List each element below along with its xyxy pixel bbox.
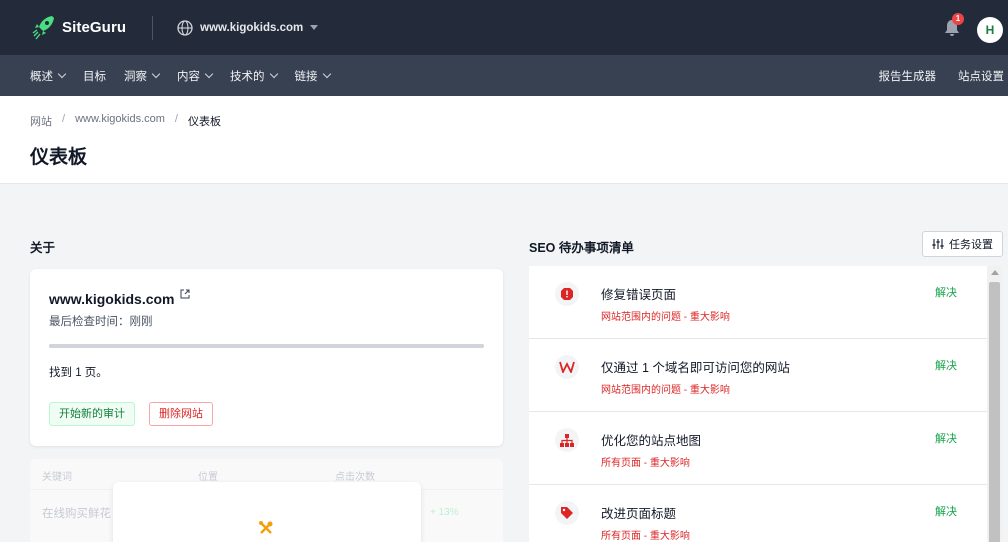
- nav-item-site-settings[interactable]: 站点设置: [958, 68, 1004, 84]
- resolve-link[interactable]: 解决: [935, 284, 957, 300]
- logo[interactable]: SiteGuru: [32, 15, 126, 41]
- external-link-icon[interactable]: [180, 289, 190, 299]
- globe-icon: [177, 19, 193, 36]
- chevron-down-icon: [269, 69, 278, 79]
- breadcrumb-site[interactable]: www.kigokids.com: [75, 113, 165, 129]
- chevron-down-icon: [204, 69, 214, 79]
- seo-todo-item[interactable]: 修复错误页面 网站范围内的问题 - 重大影响 解决: [529, 266, 987, 339]
- w-domain-icon: [555, 355, 579, 379]
- top-header: SiteGuru www.kigokids.com 1 H: [0, 0, 1008, 55]
- start-audit-button[interactable]: 开始新的审计: [49, 402, 135, 426]
- delete-site-button[interactable]: 删除网站: [149, 402, 213, 426]
- breadcrumb-separator: /: [174, 113, 178, 125]
- nav-item-content[interactable]: 内容: [177, 68, 214, 84]
- found-pages-text: 找到 1 页。: [49, 367, 108, 379]
- seo-todo-title: 优化您的站点地图: [601, 434, 702, 448]
- chevron-down-icon: [322, 69, 331, 79]
- notifications-button[interactable]: 1: [942, 13, 964, 38]
- logo-text: SiteGuru: [62, 19, 127, 36]
- nav-item-insights[interactable]: 洞察: [124, 68, 161, 84]
- caret-down-icon: [310, 25, 319, 30]
- chevron-down-icon: [151, 69, 161, 79]
- scrollbar-thumb[interactable]: [989, 282, 1000, 542]
- nav-item-label: 链接: [294, 70, 318, 83]
- seo-todo-impact: 网站范围内的问题 - 重大影响: [601, 312, 730, 323]
- seo-todo-heading: SEO 待办事项清单: [529, 241, 634, 255]
- page-header: 网站 / www.kigokids.com / 仪表板 仪表板: [0, 96, 1008, 184]
- site-selector-label: www.kigokids.com: [200, 21, 304, 34]
- change-cell: + 13%: [430, 507, 459, 518]
- nav-item-label: 目标: [83, 70, 106, 83]
- seo-todo-title: 改进页面标题: [601, 507, 677, 521]
- nav-item-label: 概述: [30, 70, 53, 83]
- breadcrumb: 网站 / www.kigokids.com / 仪表板: [30, 113, 221, 129]
- seo-todo-item[interactable]: 仅通过 1 个域名即可访问您的网站 网站范围内的问题 - 重大影响 解决: [529, 339, 987, 412]
- nav-item-overview[interactable]: 概述: [30, 68, 67, 84]
- tag-icon: [555, 501, 579, 525]
- nav-item-label: 技术的: [230, 70, 265, 83]
- nav-item-label: 站点设置: [958, 70, 1004, 83]
- breadcrumb-separator: /: [62, 113, 66, 125]
- tools-icon: [259, 521, 273, 534]
- seo-todo-title: 仅通过 1 个域名即可访问您的网站: [601, 361, 790, 375]
- nav-right: 报告生成器 站点设置: [857, 68, 1005, 84]
- last-checked-text: 最后检查时间：刚刚: [49, 316, 153, 328]
- seo-todo-list: 修复错误页面 网站范围内的问题 - 重大影响 解决 仅通过 1 个域名即可访问您…: [529, 266, 987, 542]
- scroll-up-arrow-icon[interactable]: [991, 270, 999, 275]
- about-domain: www.kigokids.com: [49, 289, 190, 307]
- crawl-progress-fill: [49, 344, 484, 348]
- rocket-logo-icon: [32, 15, 54, 39]
- nav-item-label: 内容: [177, 70, 200, 83]
- seo-todo-impact: 所有页面 - 重大影响: [601, 531, 690, 542]
- upgrade-overlay-card: [113, 482, 421, 542]
- about-heading: 关于: [30, 241, 56, 255]
- nav-item-label: 洞察: [124, 70, 147, 83]
- main-nav: 概述 目标 洞察 内容 技术的 链接 报告生成器 站点设置: [0, 55, 1008, 96]
- nav-left: 概述 目标 洞察 内容 技术的 链接: [30, 68, 348, 84]
- site-selector[interactable]: www.kigokids.com: [177, 19, 319, 36]
- clicks-column-header: 点击次数: [335, 472, 375, 483]
- task-settings-button[interactable]: 任务设置: [922, 231, 1003, 257]
- task-settings-label: 任务设置: [949, 239, 993, 251]
- about-card: www.kigokids.com 最后检查时间：刚刚 找到 1 页。 开始新的审…: [30, 269, 503, 446]
- chevron-down-icon: [57, 69, 67, 79]
- resolve-link[interactable]: 解决: [935, 357, 957, 373]
- keywords-column-header: 关键词: [42, 472, 72, 483]
- keyword-cell: 在线购买鲜花: [42, 508, 111, 520]
- position-column-header: 位置: [198, 472, 218, 483]
- header-divider: [152, 15, 154, 40]
- seo-todo-item[interactable]: 优化您的站点地图 所有页面 - 重大影响 解决: [529, 412, 987, 485]
- breadcrumb-current: 仪表板: [187, 116, 221, 128]
- resolve-link[interactable]: 解决: [935, 503, 957, 519]
- sliders-icon: [932, 239, 944, 249]
- sitemap-icon: [555, 428, 579, 452]
- nav-item-goals[interactable]: 目标: [83, 68, 106, 84]
- nav-item-label: 报告生成器: [878, 70, 937, 83]
- seo-todo-item[interactable]: 改进页面标题 所有页面 - 重大影响 解决: [529, 485, 987, 542]
- about-domain-text[interactable]: www.kigokids.com: [49, 291, 175, 307]
- seo-todo-title: 修复错误页面: [601, 288, 677, 302]
- breadcrumb-sites[interactable]: 网站: [30, 113, 52, 129]
- seo-todo-impact: 网站范围内的问题 - 重大影响: [601, 385, 730, 396]
- page-title: 仪表板: [30, 147, 88, 168]
- nav-item-technical[interactable]: 技术的: [230, 68, 278, 84]
- error-icon: [555, 282, 579, 306]
- crawl-progress-bar: [49, 344, 484, 348]
- avatar[interactable]: H: [977, 17, 1003, 43]
- nav-item-report-builder[interactable]: 报告生成器: [879, 68, 937, 84]
- scrollbar[interactable]: [987, 266, 1002, 542]
- nav-item-links[interactable]: 链接: [294, 68, 331, 84]
- notification-badge: 1: [952, 13, 964, 25]
- resolve-link[interactable]: 解决: [935, 430, 957, 446]
- seo-todo-impact: 所有页面 - 重大影响: [601, 458, 690, 469]
